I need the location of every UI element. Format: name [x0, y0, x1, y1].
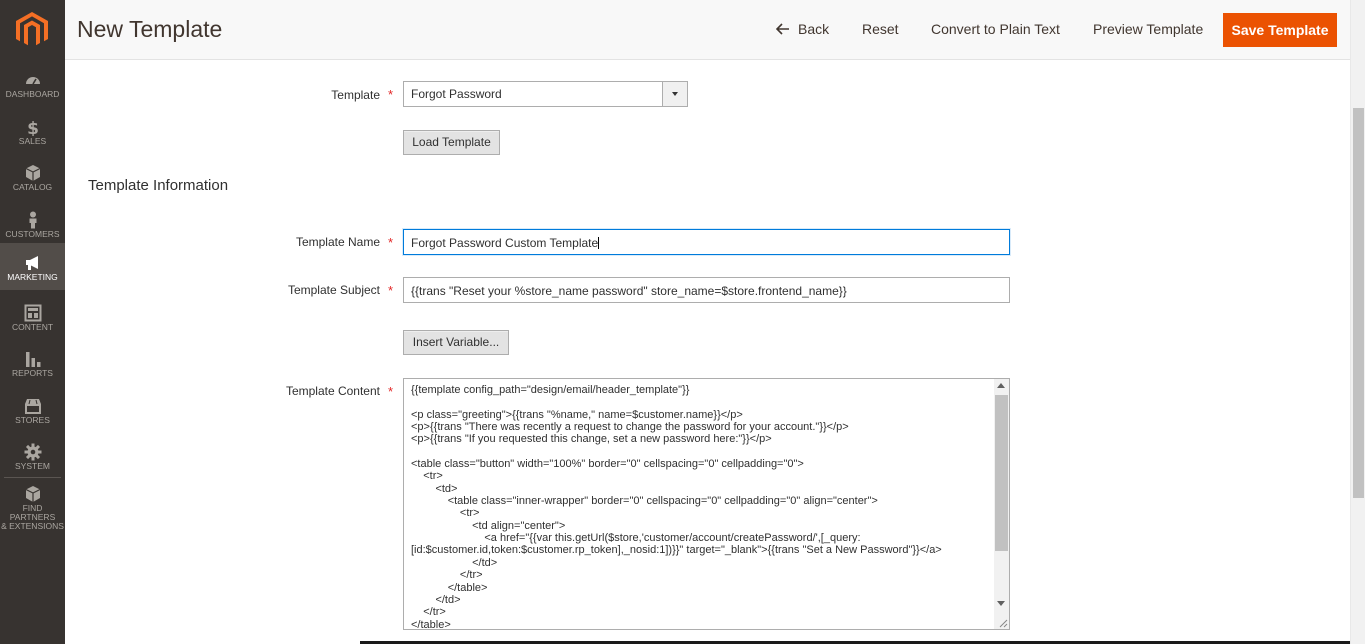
sidebar-item-label: CUSTOMERS: [5, 229, 60, 239]
sidebar-item-system[interactable]: SYSTEM: [0, 435, 65, 481]
template-name-input[interactable]: Forgot Password Custom Template: [403, 229, 1010, 255]
sidebar-item-marketing[interactable]: MARKETING: [0, 243, 65, 290]
scroll-down-arrow-icon[interactable]: [997, 601, 1005, 606]
text-caret: [598, 237, 600, 249]
sidebar-item-dashboard[interactable]: DASHBOARD: [0, 63, 65, 109]
required-mark: *: [388, 87, 394, 102]
back-button-label: Back: [798, 21, 830, 37]
textarea-scrollbar[interactable]: [994, 379, 1009, 629]
sidebar-item-find-partners[interactable]: FIND PARTNERS & EXTENSIONS: [0, 481, 65, 531]
arrow-left-icon: [776, 23, 789, 35]
sidebar-item-reports[interactable]: REPORTS: [0, 342, 65, 388]
sidebar-item-sales[interactable]: $ SALES: [0, 110, 65, 156]
save-template-button[interactable]: Save Template: [1223, 13, 1337, 47]
template-name-value: Forgot Password Custom Template: [411, 236, 599, 250]
cube-icon: [25, 486, 40, 502]
store-icon: [24, 399, 41, 414]
sidebar-item-label: STORES: [15, 415, 50, 425]
convert-to-plain-text-button[interactable]: Convert to Plain Text: [931, 21, 1060, 37]
sidebar-item-label: CONTENT: [11, 322, 54, 332]
template-subject-input[interactable]: {{trans "Reset your %store_name password…: [403, 277, 1010, 303]
template-subject-value: {{trans "Reset your %store_name password…: [411, 284, 847, 298]
sidebar-item-content[interactable]: CONTENT: [0, 296, 65, 342]
bar-chart-icon: [25, 352, 40, 367]
template-content-text: {{template config_path="design/email/hea…: [411, 384, 942, 630]
sidebar-item-label: DASHBOARD: [5, 89, 60, 99]
required-mark: *: [388, 384, 394, 399]
section-title: Template Information: [88, 177, 229, 194]
textarea-scroll-thumb[interactable]: [995, 395, 1008, 551]
megaphone-icon: [25, 256, 38, 270]
page-title: New Template: [77, 16, 223, 42]
dollar-icon: $: [27, 119, 39, 136]
sidebar-item-label: FIND PARTNERS: [9, 503, 56, 522]
dashboard-icon: [25, 77, 40, 85]
template-content-textarea[interactable]: {{template config_path="design/email/hea…: [403, 378, 1010, 630]
required-mark: *: [388, 235, 394, 250]
sidebar-item-label: MARKETING: [7, 272, 58, 282]
sidebar-item-label: CATALOG: [12, 182, 53, 192]
required-mark: *: [388, 283, 394, 298]
sidebar-item-stores[interactable]: STORES: [0, 389, 65, 435]
scroll-up-arrow-icon[interactable]: [997, 383, 1005, 388]
template-label: Template: [331, 88, 380, 102]
template-subject-label: Template Subject: [287, 283, 380, 297]
sidebar-item-catalog[interactable]: CATALOG: [0, 156, 65, 202]
layout-icon: [24, 304, 41, 322]
back-button[interactable]: Back: [776, 21, 829, 37]
preview-template-button[interactable]: Preview Template: [1093, 21, 1203, 37]
sidebar-item-label: REPORTS: [12, 368, 53, 378]
svg-text:$: $: [27, 119, 39, 136]
page-header: New Template Back Reset Convert to Plain…: [65, 0, 1350, 60]
sidebar-divider: [4, 477, 61, 478]
template-content-label: Template Content: [285, 384, 380, 398]
box-icon: [25, 165, 40, 181]
page-scroll-thumb[interactable]: [1353, 108, 1364, 498]
sidebar-item-label: SYSTEM: [15, 461, 50, 471]
reset-button[interactable]: Reset: [862, 21, 899, 37]
sidebar-item-label: & EXTENSIONS: [1, 521, 64, 531]
template-name-label: Template Name: [295, 235, 380, 249]
resize-handle-icon[interactable]: [998, 618, 1008, 628]
person-icon: [29, 211, 36, 229]
load-template-button[interactable]: Load Template: [403, 130, 500, 155]
sidebar-item-label: SALES: [18, 136, 47, 146]
chevron-down-icon[interactable]: [662, 82, 687, 106]
insert-variable-button[interactable]: Insert Variable...: [403, 330, 509, 355]
admin-sidebar: DASHBOARD $ SALES CATALOG CUSTOMERS MARK…: [0, 0, 65, 644]
page-scrollbar[interactable]: [1350, 0, 1365, 644]
template-select-value: Forgot Password: [411, 87, 502, 101]
magento-logo-icon[interactable]: [16, 12, 48, 48]
gear-icon: [24, 443, 41, 461]
template-select[interactable]: Forgot Password: [403, 81, 688, 107]
